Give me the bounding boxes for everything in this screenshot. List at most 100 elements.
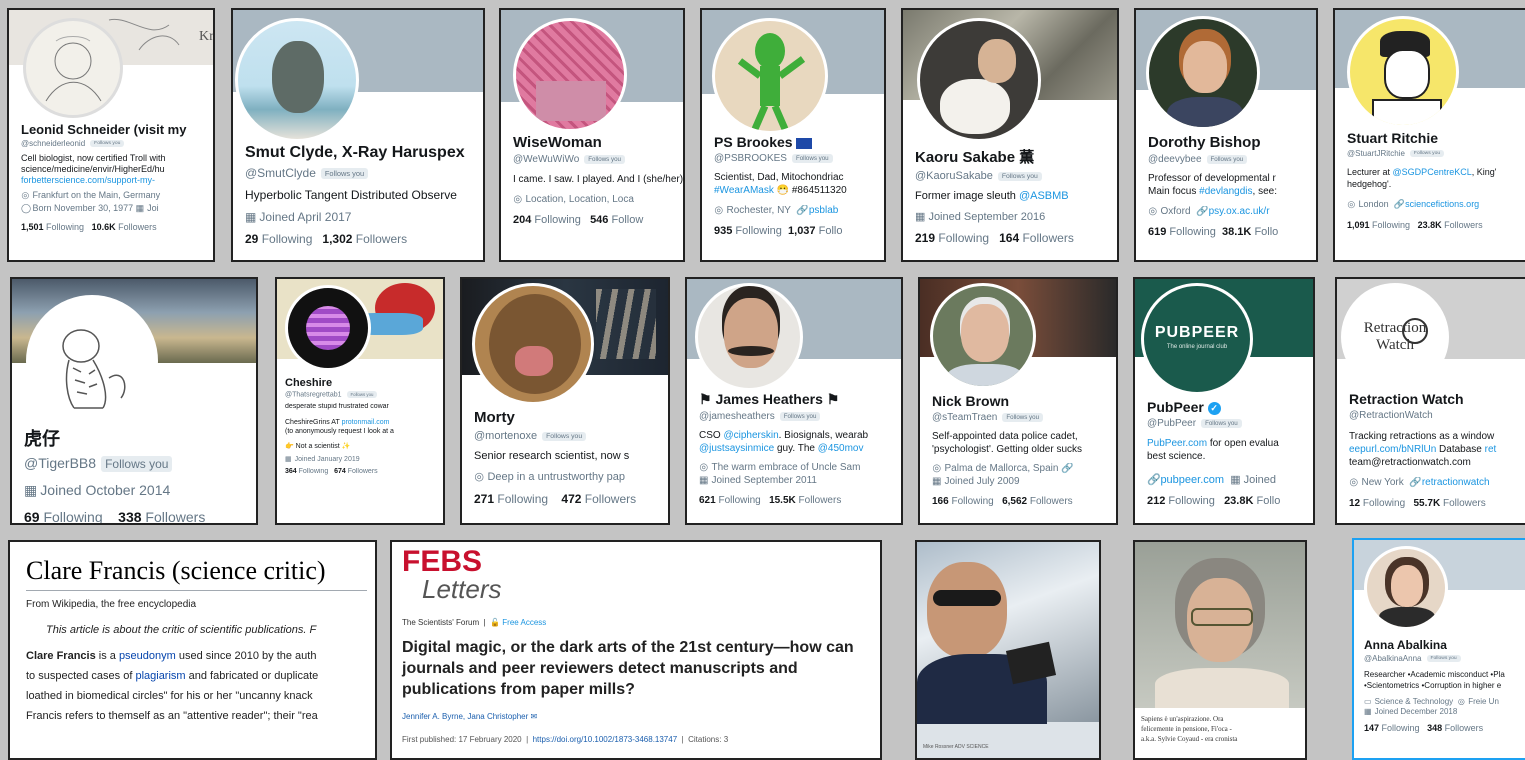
bio-mention[interactable]: @cipherskin xyxy=(723,430,778,441)
following-count[interactable]: 621 xyxy=(699,495,716,506)
following-count[interactable]: 147 xyxy=(1364,723,1379,733)
profile-avatar[interactable] xyxy=(1364,546,1448,630)
profile-card-stuart-ritchie[interactable]: Stuart Ritchie @StuartJRitchie Follows yo… xyxy=(1333,8,1525,262)
bio-mention-3[interactable]: @450mov xyxy=(818,443,864,454)
profile-card-smut-clyde[interactable]: Smut Clyde, X-Ray Haruspex @SmutClyde Fol… xyxy=(231,8,485,262)
pseudonym-link[interactable]: pseudonym xyxy=(119,650,176,662)
profile-avatar[interactable] xyxy=(930,283,1036,389)
lion-mouth-image xyxy=(515,346,553,376)
following-count[interactable]: 212 xyxy=(1147,495,1165,507)
profile-avatar[interactable]: PUBPEER The online journal club xyxy=(1141,283,1253,395)
bio-hashtag[interactable]: #devlangdis xyxy=(1199,186,1252,197)
followers-count[interactable]: 10.6K xyxy=(92,222,116,232)
bio-email-link[interactable]: protonmail.com xyxy=(342,419,390,426)
profile-card-morty[interactable]: Morty @mortenoxe Follows you Senior resea… xyxy=(460,277,670,525)
followers-count[interactable]: 164 xyxy=(999,231,1019,245)
profile-avatar[interactable] xyxy=(917,18,1041,142)
profile-website[interactable]: pubpeer.com xyxy=(1160,474,1224,486)
profile-card-leonid-schneider[interactable]: Kro Leonid Schneider (visit my @schneide… xyxy=(7,8,215,262)
profile-website[interactable]: sciencefictions.org xyxy=(1405,199,1479,209)
link-icon: 🔗 xyxy=(1061,463,1074,474)
following-count[interactable]: 69 xyxy=(24,509,40,523)
followers-count[interactable]: 338 xyxy=(118,509,141,523)
followers-count[interactable]: 546 xyxy=(590,214,608,226)
link-icon: 🔗 xyxy=(1409,477,1422,488)
profile-card-james-heathers[interactable]: ⚑ James Heathers ⚑ @jamesheathers Follows… xyxy=(685,277,903,525)
followers-count[interactable]: 6,562 xyxy=(1002,496,1027,507)
profile-avatar[interactable] xyxy=(26,295,158,427)
bio-mention-2[interactable]: @justsaysinmice xyxy=(699,443,774,454)
profile-location: Rochester, NY xyxy=(726,205,791,216)
bio-not-scientist: Not a scientist xyxy=(295,443,340,451)
following-count[interactable]: 1,091 xyxy=(1347,220,1370,230)
profile-website[interactable]: retractionwatch xyxy=(1422,477,1490,488)
following-count[interactable]: 204 xyxy=(513,214,531,226)
bio-link[interactable]: forbetterscience.com/support-my- xyxy=(21,175,155,185)
profile-card-dorothy-bishop[interactable]: Dorothy Bishop @deevybee Follows you Prof… xyxy=(1134,8,1318,262)
bio-link[interactable]: PubPeer.com xyxy=(1147,438,1207,449)
profile-card-anna-abalkina[interactable]: Anna Abalkina @AbalkinaAnna Follows you R… xyxy=(1352,538,1525,760)
followers-count[interactable]: 1,037 xyxy=(788,225,816,237)
following-count[interactable]: 29 xyxy=(245,232,258,246)
profile-avatar[interactable] xyxy=(695,283,803,391)
calendar-icon: ▦ xyxy=(915,211,926,223)
following-count[interactable]: 166 xyxy=(932,496,949,507)
calendar-icon: ▦ xyxy=(1364,707,1372,716)
wikipedia-article-clare-francis[interactable]: Clare Francis (science critic) From Wiki… xyxy=(8,540,377,760)
profile-card-ps-brookes[interactable]: PS Brookes @PSBROOKES Follows you Scienti… xyxy=(700,8,886,262)
profile-avatar[interactable]: Retraction Watch xyxy=(1341,283,1449,391)
profile-card-pubpeer[interactable]: PUBPEER The online journal club PubPeer … xyxy=(1133,277,1315,525)
flag-icon: ⚑ xyxy=(826,391,840,407)
febs-letters-article[interactable]: FEBS Letters The Scientists' Forum | 🔓 F… xyxy=(390,540,882,760)
bio-hashtag[interactable]: #WearAMask xyxy=(714,185,774,196)
following-label: Following xyxy=(43,509,103,525)
following-count[interactable]: 364 xyxy=(285,468,297,475)
bio-mention[interactable]: @SGDPCentreKCL xyxy=(1393,167,1472,177)
profile-bio: Researcher •Academic misconduct •Pla xyxy=(1364,670,1505,679)
profile-card-wisewoman[interactable]: WiseWoman @WeWuWiWo Follows you I came. I… xyxy=(499,8,685,262)
verified-badge-icon: ✓ xyxy=(1207,401,1221,415)
doi-link[interactable]: https://doi.org/10.1002/1873-3468.13747 xyxy=(533,735,678,744)
retraction-logo-word2: Watch xyxy=(1376,337,1414,353)
followers-count[interactable]: 23.8K xyxy=(1418,220,1442,230)
profile-card-tigerbb8[interactable]: 虎仔 @TigerBB8 Follows you ▦ Joined October … xyxy=(10,277,258,525)
following-count[interactable]: 219 xyxy=(915,231,935,245)
bio-link[interactable]: eepurl.com/bNRlUn xyxy=(1349,444,1436,455)
balloon-icon: ◯ xyxy=(21,203,32,213)
bio-link-2[interactable]: ret xyxy=(1485,444,1497,455)
followers-count[interactable]: 674 xyxy=(334,468,346,475)
following-label: Following xyxy=(534,214,581,226)
profile-card-retraction-watch[interactable]: Retraction Watch Retraction Watch @Retra… xyxy=(1335,277,1525,525)
following-count[interactable]: 935 xyxy=(714,225,732,237)
lion-mane-image xyxy=(489,294,581,394)
plagiarism-link[interactable]: plagiarism xyxy=(135,670,185,682)
profile-card-kaoru-sakabe[interactable]: Kaoru Sakabe 薫 @KaoruSakabe Follows you F… xyxy=(901,8,1119,262)
profile-website[interactable]: psy.ox.ac.uk/r xyxy=(1209,206,1270,217)
followers-count[interactable]: 15.5K xyxy=(769,495,796,506)
profile-bio: Lecturer at xyxy=(1347,167,1391,177)
profile-avatar[interactable] xyxy=(712,18,828,134)
followers-count[interactable]: 348 xyxy=(1427,723,1442,733)
profile-avatar[interactable] xyxy=(513,18,627,132)
profile-avatar[interactable] xyxy=(1146,16,1260,130)
bio-mention[interactable]: @ASBMB xyxy=(1019,190,1069,202)
profile-avatar[interactable] xyxy=(472,283,594,405)
profile-avatar[interactable] xyxy=(1347,16,1459,128)
profile-avatar[interactable] xyxy=(235,18,359,142)
profile-website[interactable]: psblab xyxy=(809,205,838,216)
profile-card-nick-brown[interactable]: Nick Brown @sTeamTraen Follows you Self-a… xyxy=(918,277,1118,525)
following-count[interactable]: 271 xyxy=(474,492,494,506)
following-count[interactable]: 1,501 xyxy=(21,222,44,232)
followers-count[interactable]: 23.8K xyxy=(1224,495,1253,507)
profile-avatar[interactable] xyxy=(285,285,371,371)
followers-count[interactable]: 472 xyxy=(561,492,581,506)
profile-card-cheshire[interactable]: Cheshire @Thatsregrettab1 Follows you des… xyxy=(275,277,445,525)
following-count[interactable]: 12 xyxy=(1349,498,1360,509)
profile-avatar[interactable] xyxy=(23,18,123,118)
location-pin-icon: ◎ xyxy=(932,463,942,474)
followers-count[interactable]: 55.7K xyxy=(1414,498,1441,509)
followers-count[interactable]: 1,302 xyxy=(322,232,352,246)
following-count[interactable]: 619 xyxy=(1148,226,1166,238)
followers-count[interactable]: 38.1K xyxy=(1222,226,1251,238)
article-authors[interactable]: Jennifer A. Byrne, Jana Christopher xyxy=(402,712,528,721)
